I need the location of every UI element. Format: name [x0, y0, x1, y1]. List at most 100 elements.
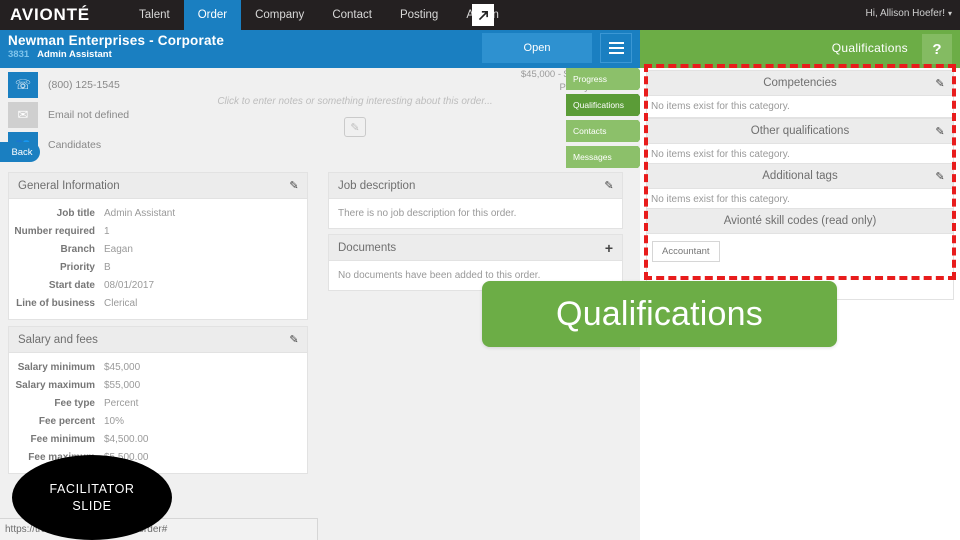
table-row: Salary maximum $55,000 [9, 376, 307, 394]
qualifications-header-title: Qualifications [831, 41, 908, 55]
job-description-title: Job description [338, 179, 416, 192]
contact-strip: ☏ (800) 125-1545 ✉ Email not defined 👥 C… [0, 68, 640, 164]
general-information-rows: Job title Admin Assistant Number require… [9, 199, 307, 319]
competencies-header: Competencies ✎ [646, 70, 954, 96]
contact-candidates-text: Candidates [48, 139, 102, 151]
contact-phone-row[interactable]: ☏ (800) 125-1545 [8, 72, 120, 98]
row-label: Salary maximum [15, 379, 96, 391]
facilitator-line-2: SLIDE [72, 498, 112, 513]
competencies-empty: No items exist for this category. [651, 101, 790, 112]
contact-email-row[interactable]: ✉ Email not defined [8, 102, 129, 128]
company-title: Newman Enterprises - Corporate [8, 33, 225, 48]
chevron-down-icon: ▾ [947, 9, 952, 18]
facilitator-line-1: FACILITATOR [49, 481, 135, 496]
row-label: Fee minimum [30, 433, 95, 445]
plus-icon[interactable]: + [596, 235, 622, 260]
other-qualifications-header: Other qualifications ✎ [646, 118, 954, 144]
row-label: Fee type [54, 397, 95, 409]
row-label: Number required [14, 225, 95, 237]
row-value: B [104, 261, 111, 273]
general-information-title: General Information [18, 179, 120, 192]
other-qualifications-panel: Other qualifications ✎ No items exist fo… [646, 118, 954, 166]
order-status-button[interactable]: Open [482, 33, 592, 63]
nav-item-order[interactable]: Order [183, 0, 242, 30]
tab-progress[interactable]: Progress [566, 68, 647, 90]
other-qualifications-title: Other qualifications [750, 125, 850, 137]
row-value: 1 [104, 225, 110, 237]
table-row: Fee percent 10% [9, 412, 307, 430]
pencil-icon[interactable]: ✎ [927, 164, 953, 188]
phone-icon: ☏ [8, 72, 38, 98]
help-icon[interactable]: ? [922, 34, 952, 64]
nav-item-contact[interactable]: Contact [318, 0, 386, 30]
documents-title: Documents [338, 241, 397, 254]
user-greeting[interactable]: Hi, Allison Hoefer! ▾ [866, 8, 953, 19]
callout-label: Qualifications [556, 294, 763, 333]
external-link-icon[interactable] [472, 4, 494, 26]
row-label: Start date [48, 279, 95, 291]
row-value: 10% [104, 415, 125, 427]
order-subtitle: 3831 Admin Assistant [8, 49, 112, 60]
pencil-icon[interactable]: ✎ [596, 173, 622, 198]
general-information-header: General Information ✎ [9, 173, 307, 199]
row-value: Eagan [104, 243, 133, 255]
pencil-square-icon[interactable]: ✎ [344, 117, 366, 137]
row-label: Priority [59, 261, 95, 273]
row-value: Admin Assistant [104, 207, 176, 219]
table-row: Line of business Clerical [9, 294, 307, 312]
order-notes-area[interactable]: Click to enter notes or something intere… [210, 96, 500, 137]
pencil-icon[interactable]: ✎ [927, 119, 953, 143]
general-information-panel: General Information ✎ Job title Admin As… [8, 172, 308, 320]
order-job-title: Admin Assistant [37, 49, 112, 60]
hamburger-menu-icon[interactable] [600, 33, 632, 63]
row-value: 08/01/2017 [104, 279, 155, 291]
job-description-panel: Job description ✎ There is no job descri… [328, 172, 623, 229]
nav-item-posting[interactable]: Posting [386, 0, 452, 30]
salary-and-fees-header: Salary and fees ✎ [9, 327, 307, 353]
nav-item-company[interactable]: Company [241, 0, 318, 30]
nav-item-talent[interactable]: Talent [125, 0, 184, 30]
tab-messages[interactable]: Messages [566, 146, 647, 168]
salary-and-fees-rows: Salary minimum $45,000 Salary maximum $5… [9, 353, 307, 473]
order-number: 3831 [8, 49, 30, 60]
facilitator-slide-badge: FACILITATOR SLIDE [12, 455, 172, 540]
table-row: Fee type Percent [9, 394, 307, 412]
row-label: Branch [60, 243, 95, 255]
table-row: Number required 1 [9, 222, 307, 240]
row-value: $45,000 [104, 361, 141, 373]
salary-and-fees-panel: Salary and fees ✎ Salary minimum $45,000… [8, 326, 308, 474]
table-row: Job title Admin Assistant [9, 204, 307, 222]
table-row: Salary minimum $45,000 [9, 358, 307, 376]
table-row: Priority B [9, 258, 307, 276]
tab-contacts[interactable]: Contacts [566, 120, 647, 142]
additional-tags-header: Additional tags ✎ [646, 163, 954, 189]
documents-header: Documents + [329, 235, 622, 261]
row-value: $55,000 [104, 379, 141, 391]
back-button[interactable]: Back [0, 142, 40, 162]
pencil-icon[interactable]: ✎ [281, 173, 307, 198]
skill-codes-title: Avionté skill codes (read only) [723, 215, 877, 227]
contact-phone-text: (800) 125-1545 [48, 79, 120, 91]
row-label: Line of business [16, 297, 95, 309]
table-row: Start date 08/01/2017 [9, 276, 307, 294]
body-side-strip [600, 348, 640, 540]
competencies-panel: Competencies ✎ No items exist for this c… [646, 70, 954, 118]
pencil-icon[interactable]: ✎ [281, 327, 307, 352]
salary-and-fees-title: Salary and fees [18, 333, 98, 346]
competencies-title: Competencies [763, 77, 837, 89]
top-navigation-bar: AVIONTÉ Talent Order Company Contact Pos… [0, 0, 960, 30]
envelope-icon: ✉ [8, 102, 38, 128]
additional-tags-panel: Additional tags ✎ No items exist for thi… [646, 163, 954, 211]
app-logo: AVIONTÉ [10, 5, 90, 24]
job-description-header: Job description ✎ [329, 173, 622, 199]
job-description-empty: There is no job description for this ord… [338, 208, 517, 219]
row-value: $4,500.00 [104, 433, 149, 445]
app-root: AVIONTÉ Talent Order Company Contact Pos… [0, 0, 960, 540]
main-nav-items: Talent Order Company Contact Posting Adm… [125, 0, 513, 30]
tab-qualifications[interactable]: Qualifications [566, 94, 647, 116]
pencil-icon[interactable]: ✎ [927, 71, 953, 95]
row-value: Clerical [104, 297, 138, 309]
skill-codes-header: Avionté skill codes (read only) [646, 208, 954, 234]
contact-email-text: Email not defined [48, 109, 130, 121]
skill-code-tag: Accountant [652, 241, 720, 262]
